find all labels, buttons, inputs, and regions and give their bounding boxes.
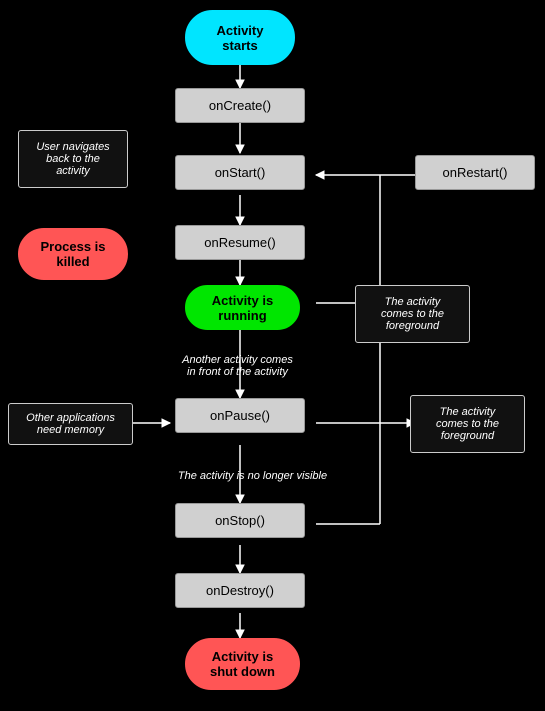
on-pause-label: onPause() (210, 408, 270, 423)
on-stop-label: onStop() (215, 513, 265, 528)
activity-running-label: Activity isrunning (212, 293, 273, 323)
activity-shutdown-label: Activity isshut down (210, 649, 275, 679)
on-pause-node: onPause() (175, 398, 305, 433)
on-create-label: onCreate() (209, 98, 271, 113)
foreground-label-1: The activitycomes to theforeground (355, 285, 470, 343)
user-navigates-label: User navigatesback to theactivity (18, 130, 128, 188)
activity-lifecycle-diagram: Activitystarts onCreate() User navigates… (0, 0, 545, 711)
on-restart-node: onRestart() (415, 155, 535, 190)
process-killed-label: Process iskilled (40, 239, 105, 269)
activity-shutdown-node: Activity isshut down (185, 638, 300, 690)
on-restart-label: onRestart() (442, 165, 507, 180)
activity-starts-label: Activitystarts (217, 23, 264, 53)
activity-starts-node: Activitystarts (185, 10, 295, 65)
no-longer-visible-label: The activity is no longer visible (155, 463, 350, 488)
foreground-text-2: The activitycomes to theforeground (436, 406, 499, 442)
on-destroy-node: onDestroy() (175, 573, 305, 608)
on-resume-node: onResume() (175, 225, 305, 260)
on-destroy-label: onDestroy() (206, 583, 274, 598)
foreground-text-1: The activitycomes to theforeground (381, 296, 444, 332)
on-stop-node: onStop() (175, 503, 305, 538)
process-killed-node: Process iskilled (18, 228, 128, 280)
another-activity-label: Another activity comesin front of the ac… (155, 345, 320, 387)
other-apps-text: Other applicationsneed memory (26, 412, 115, 436)
other-apps-label: Other applicationsneed memory (8, 403, 133, 445)
activity-running-node: Activity isrunning (185, 285, 300, 330)
another-activity-text: Another activity comesin front of the ac… (182, 354, 293, 378)
on-start-node: onStart() (175, 155, 305, 190)
on-resume-label: onResume() (204, 235, 276, 250)
user-navigates-text: User navigatesback to theactivity (36, 141, 109, 177)
on-create-node: onCreate() (175, 88, 305, 123)
foreground-label-2: The activitycomes to theforeground (410, 395, 525, 453)
on-start-label: onStart() (215, 165, 266, 180)
no-longer-visible-text: The activity is no longer visible (178, 470, 327, 482)
